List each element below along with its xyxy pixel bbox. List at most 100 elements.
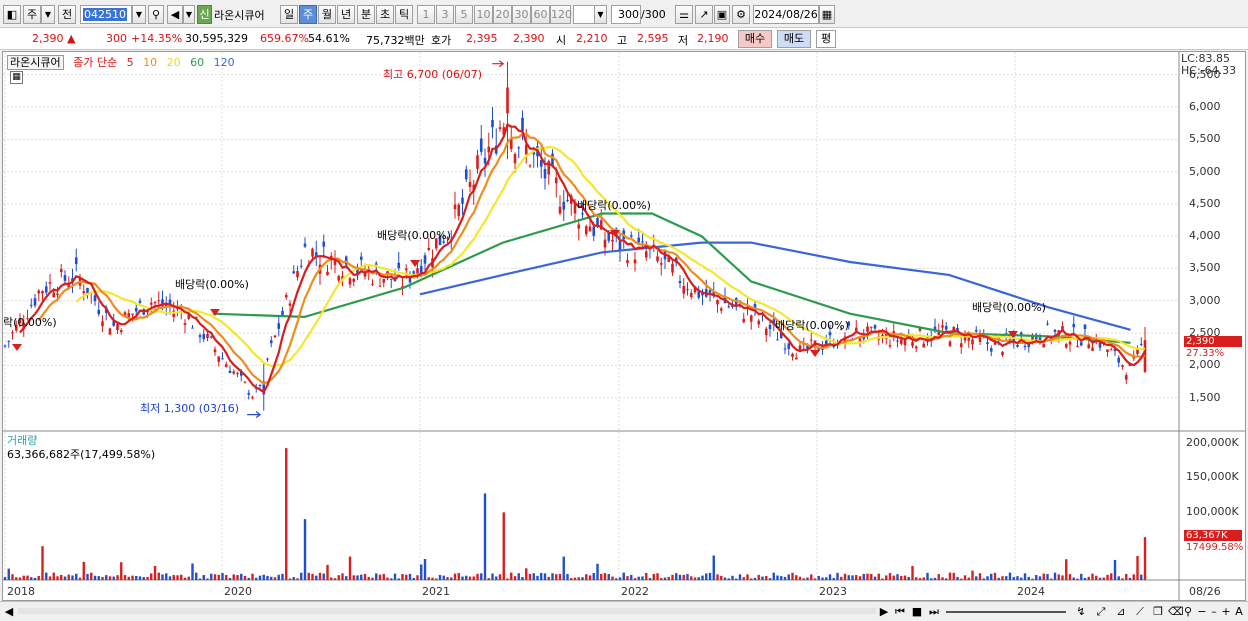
zoom-slider[interactable] <box>946 611 1066 613</box>
volume-bar <box>450 577 453 580</box>
rewind-icon[interactable]: ⏮ <box>893 604 907 619</box>
volume-bar <box>930 578 933 580</box>
tab-interval-week[interactable]: 주 <box>299 5 317 24</box>
volume-bar <box>330 577 333 580</box>
count-input[interactable]: 300 <box>611 5 641 24</box>
candle-body <box>948 341 952 347</box>
candle-body <box>224 364 228 368</box>
stop-icon[interactable]: ■ <box>910 604 924 619</box>
line-tool-icon[interactable]: ⟋ <box>1132 604 1148 619</box>
ruler-icon[interactable]: ⊿ <box>1112 604 1130 619</box>
candle-body <box>149 302 153 305</box>
tab-interval-year[interactable]: 년 <box>337 5 355 24</box>
volume-bar <box>776 575 779 580</box>
zoom-in-icon[interactable]: + <box>1220 604 1232 619</box>
num-button-20[interactable]: 20 <box>493 5 512 24</box>
custom-number-dropdown-icon[interactable]: ▼ <box>594 5 607 24</box>
candle-body <box>554 177 558 184</box>
volume-bar <box>1027 576 1030 580</box>
save-icon[interactable]: ▣ <box>714 5 730 24</box>
candle-body <box>791 353 794 357</box>
zoom-out-icon[interactable]: − <box>1196 604 1208 619</box>
volume-bar <box>423 558 427 580</box>
num-button-5[interactable]: 5 <box>455 5 473 24</box>
scroll-track[interactable] <box>18 608 876 614</box>
volume-bar <box>41 546 44 580</box>
forward-icon[interactable]: ⏭ <box>927 604 941 619</box>
candle-body <box>74 257 78 265</box>
num-button-1[interactable]: 1 <box>417 5 435 24</box>
buy-button[interactable]: 매수 <box>738 30 772 48</box>
avg-button[interactable]: 평 <box>816 30 836 48</box>
candle-body <box>1083 324 1087 330</box>
chart-area[interactable]: 라온시큐어 종가 단순 5 10 20 60 120 ▦ LC:83.85 HC… <box>2 51 1246 601</box>
indicator-icon[interactable]: ↗ <box>695 5 713 24</box>
x-axis-tick: 2022 <box>621 585 649 598</box>
volume-bar <box>7 568 10 580</box>
eraser-icon[interactable]: ⌫ <box>1168 604 1184 619</box>
dividend-label: 배당락(0.00%) <box>175 278 249 291</box>
volume-bar <box>1035 574 1038 580</box>
window-menu-icon[interactable]: ◧ <box>3 5 21 24</box>
x-axis-tick: 2018 <box>7 585 35 598</box>
draw-tool-icon[interactable]: ↯ <box>1072 604 1090 619</box>
volume-bar <box>667 576 670 580</box>
volume-bar <box>90 572 93 580</box>
price-axis-tick: 2,000 <box>1189 358 1221 372</box>
num-button-60[interactable]: 60 <box>531 5 550 24</box>
prev-button[interactable]: 전 <box>58 5 76 24</box>
candle-settings-icon[interactable]: ⚌ <box>675 5 693 24</box>
volume-bar <box>626 576 629 580</box>
volume-bar <box>401 574 404 580</box>
candle-body <box>269 340 273 344</box>
volume-bar <box>652 573 655 580</box>
search-icon[interactable]: ⚲ <box>148 5 164 24</box>
dividend-label: 배당락(0.00%) <box>972 301 1046 314</box>
stock-code-input[interactable]: 042510 <box>80 5 132 24</box>
candle-body <box>899 339 903 344</box>
tab-interval-minute[interactable]: 분 <box>357 5 375 24</box>
num-button-120[interactable]: 120 <box>550 5 572 24</box>
calendar-icon[interactable]: ▦ <box>819 5 835 24</box>
candle-body <box>498 127 502 130</box>
num-button-30[interactable]: 30 <box>512 5 531 24</box>
speaker-dropdown-icon[interactable]: ▼ <box>183 5 195 24</box>
volume-axis-tick: 150,000K <box>1186 470 1239 483</box>
volume-bar <box>513 576 517 580</box>
scroll-right-icon[interactable]: ▶ <box>878 604 890 619</box>
reset-icon[interactable]: – <box>1208 604 1220 619</box>
volume-bar <box>33 577 37 580</box>
candle-body <box>243 381 247 383</box>
trend-tool-icon[interactable]: ⤢ <box>1092 604 1110 619</box>
volume-bar <box>817 575 820 580</box>
scroll-left-icon[interactable]: ◀ <box>3 604 15 619</box>
candle-body <box>896 340 899 342</box>
zoom-icon[interactable]: ⚲ <box>1181 604 1195 619</box>
gear-icon[interactable]: ⚙ <box>732 5 750 24</box>
period-select[interactable]: 주 <box>23 5 41 24</box>
tab-interval-day[interactable]: 일 <box>280 5 298 24</box>
sell-button[interactable]: 매도 <box>777 30 811 48</box>
num-button-10[interactable]: 10 <box>474 5 493 24</box>
copy-icon[interactable]: ❐ <box>1150 604 1166 619</box>
tab-interval-month[interactable]: 월 <box>318 5 336 24</box>
chevron-down-icon[interactable]: ▼ <box>41 5 55 24</box>
code-dropdown-icon[interactable]: ▼ <box>132 5 146 24</box>
volume-bar <box>326 564 329 580</box>
volume-bar <box>502 512 505 580</box>
date-input[interactable]: 2024/08/26 <box>753 5 819 24</box>
tab-interval-tick[interactable]: 틱 <box>395 5 413 24</box>
speaker-icon[interactable]: ◀ <box>167 5 183 24</box>
candle-body <box>603 239 607 248</box>
font-size-icon[interactable]: A <box>1233 604 1245 619</box>
ask-price: 2,395 <box>466 32 498 45</box>
volume-bar <box>468 576 472 580</box>
table-icon[interactable]: ▦ <box>10 71 23 84</box>
legend-stock-name[interactable]: 라온시큐어 <box>7 55 64 70</box>
price-chart[interactable] <box>3 52 1245 600</box>
candle-body <box>468 181 472 187</box>
volume-bar <box>1068 574 1072 580</box>
volume-bar <box>93 575 97 580</box>
tab-interval-second[interactable]: 초 <box>376 5 394 24</box>
num-button-3[interactable]: 3 <box>436 5 454 24</box>
